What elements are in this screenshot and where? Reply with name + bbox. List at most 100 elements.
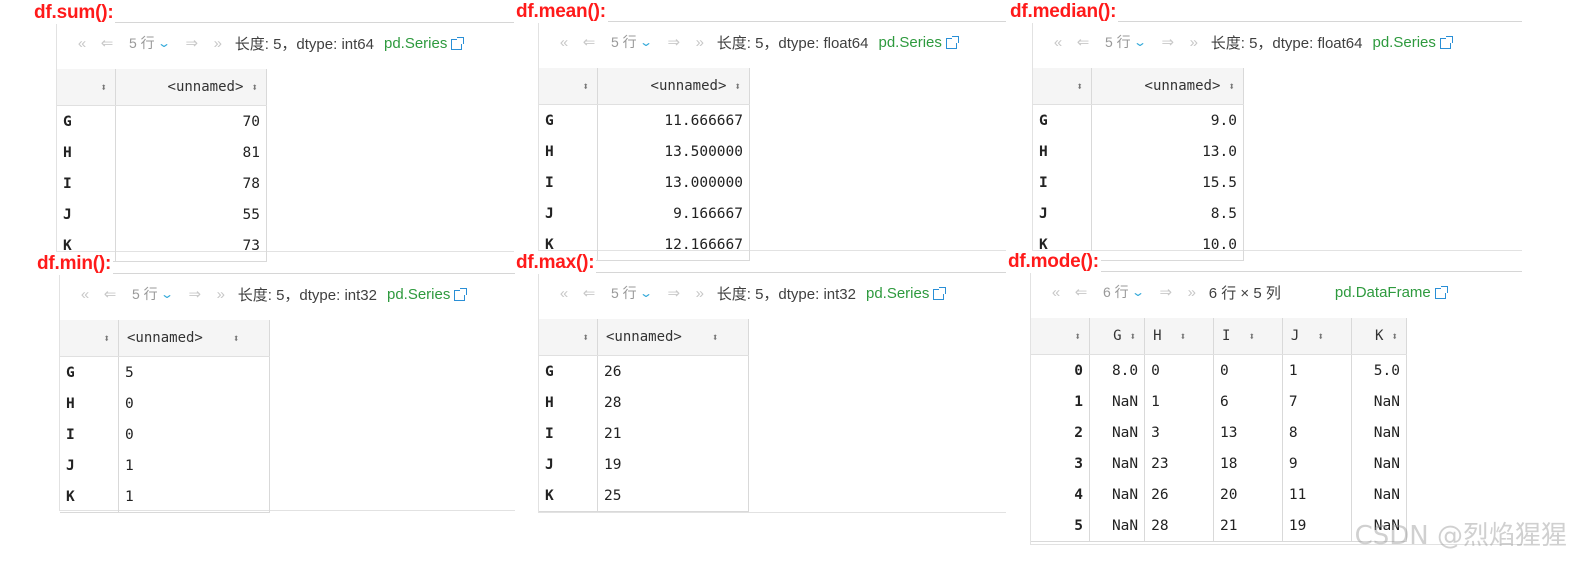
- cell-value: 10.0: [1091, 229, 1244, 261]
- next-page-icon[interactable]: ⇒: [1155, 33, 1181, 51]
- sort-icon[interactable]: ⬍: [1130, 330, 1137, 343]
- column-header[interactable]: <unnamed> ⬍: [597, 319, 749, 356]
- column-header[interactable]: <unnamed> ⬍: [597, 68, 750, 105]
- row-index: G: [1033, 104, 1092, 136]
- index-header[interactable]: ⬍: [1033, 68, 1092, 105]
- index-header[interactable]: ⬍: [539, 319, 598, 356]
- prev-page-icon[interactable]: ⇐: [96, 285, 124, 303]
- cell-value: 0: [118, 388, 270, 419]
- rows-selector-label[interactable]: 5 行: [129, 33, 155, 53]
- first-page-icon[interactable]: «: [74, 286, 96, 303]
- last-page-icon[interactable]: »: [205, 35, 231, 52]
- sort-icon[interactable]: ⬍: [582, 80, 589, 93]
- last-page-icon[interactable]: »: [1179, 284, 1205, 301]
- sort-icon[interactable]: ⬍: [734, 80, 741, 93]
- cell-value: 19: [597, 449, 749, 480]
- sort-icon[interactable]: ⬍: [1248, 330, 1255, 343]
- column-header[interactable]: <unnamed> ⬍: [118, 320, 270, 357]
- table-row: H 13.500000: [539, 136, 750, 167]
- chevron-down-icon[interactable]: ⌄: [1133, 35, 1147, 49]
- first-page-icon[interactable]: «: [1047, 34, 1069, 51]
- chevron-down-icon[interactable]: ⌄: [639, 286, 653, 300]
- type-link[interactable]: pd.Series: [1373, 34, 1436, 51]
- type-link[interactable]: pd.Series: [866, 285, 929, 302]
- index-header[interactable]: ⬍: [1031, 318, 1090, 355]
- table-row: 1 NaN 1 6 7 NaN: [1031, 386, 1408, 417]
- chevron-down-icon[interactable]: ⌄: [639, 35, 653, 49]
- next-page-icon[interactable]: ⇒: [661, 284, 687, 302]
- type-link[interactable]: pd.Series: [384, 35, 447, 52]
- chevron-down-icon[interactable]: ⌄: [157, 36, 171, 50]
- panel-title: df.mean():: [516, 1, 608, 23]
- first-page-icon[interactable]: «: [553, 34, 575, 51]
- sort-icon[interactable]: ⬍: [1074, 330, 1081, 343]
- sort-icon[interactable]: ⬍: [1391, 330, 1398, 343]
- index-header[interactable]: ⬍: [57, 69, 116, 106]
- last-page-icon[interactable]: »: [208, 286, 234, 303]
- column-header-i[interactable]: I ⬍: [1213, 318, 1283, 355]
- cell-g: 8.0: [1089, 354, 1146, 386]
- external-link-icon[interactable]: [945, 35, 959, 49]
- last-page-icon[interactable]: »: [687, 34, 713, 51]
- prev-page-icon[interactable]: ⇐: [93, 34, 121, 52]
- type-link[interactable]: pd.Series: [387, 286, 450, 303]
- column-header[interactable]: <unnamed> ⬍: [115, 69, 267, 106]
- prev-page-icon[interactable]: ⇐: [1069, 33, 1097, 51]
- rows-selector-label[interactable]: 6 行: [1103, 282, 1129, 302]
- sort-icon[interactable]: ⬍: [1228, 80, 1235, 93]
- external-link-icon[interactable]: [1434, 285, 1448, 299]
- external-link-icon[interactable]: [454, 287, 468, 301]
- result-frame: « ⇐ 5 行 ⌄ ⇒ » 长度: 5，dtype: float64 pd.Se…: [538, 21, 1006, 261]
- first-page-icon[interactable]: «: [553, 285, 575, 302]
- rows-selector-label[interactable]: 5 行: [611, 32, 637, 52]
- rows-selector-label[interactable]: 5 行: [611, 283, 637, 303]
- rows-selector-label[interactable]: 5 行: [132, 284, 158, 304]
- last-page-icon[interactable]: »: [687, 285, 713, 302]
- prev-page-icon[interactable]: ⇐: [1067, 283, 1095, 301]
- table-row: I 13.000000: [539, 167, 750, 198]
- panel-median: df.median(): « ⇐ 5 行 ⌄ ⇒ » 长度: 5，dtype: …: [1010, 1, 1522, 261]
- cell-h: 28: [1144, 510, 1215, 542]
- row-index: I: [539, 418, 598, 449]
- type-link[interactable]: pd.Series: [879, 34, 942, 51]
- column-header[interactable]: <unnamed> ⬍: [1091, 68, 1244, 105]
- column-header-k[interactable]: K ⬍: [1351, 318, 1408, 355]
- column-header-h[interactable]: H ⬍: [1144, 318, 1215, 355]
- first-page-icon[interactable]: «: [71, 35, 93, 52]
- external-link-icon[interactable]: [451, 36, 465, 50]
- next-page-icon[interactable]: ⇒: [661, 33, 687, 51]
- column-header-j[interactable]: J ⬍: [1282, 318, 1352, 355]
- sort-icon[interactable]: ⬍: [1180, 330, 1187, 343]
- next-page-icon[interactable]: ⇒: [182, 285, 208, 303]
- sort-icon[interactable]: ⬍: [712, 331, 719, 344]
- sort-icon[interactable]: ⬍: [233, 332, 240, 345]
- external-link-icon[interactable]: [1439, 35, 1453, 49]
- index-header[interactable]: ⬍: [539, 68, 598, 105]
- prev-page-icon[interactable]: ⇐: [575, 284, 603, 302]
- rows-selector-label[interactable]: 5 行: [1105, 32, 1131, 52]
- sort-icon[interactable]: ⬍: [100, 81, 107, 94]
- sort-icon[interactable]: ⬍: [103, 332, 110, 345]
- sort-icon[interactable]: ⬍: [1076, 80, 1083, 93]
- chevron-down-icon[interactable]: ⌄: [160, 287, 174, 301]
- cell-value: 8.5: [1091, 198, 1244, 229]
- chevron-down-icon[interactable]: ⌄: [1131, 285, 1145, 299]
- panel-title: df.mode():: [1008, 251, 1101, 273]
- dataframe-table: ⬍ G ⬍ H ⬍ I ⬍ J ⬍ K ⬍ 0 8.0 0 0 1 5.0 1 NaN 1…: [1031, 318, 1408, 542]
- index-header[interactable]: ⬍: [60, 320, 119, 357]
- sort-icon[interactable]: ⬍: [1317, 330, 1324, 343]
- column-header-g[interactable]: G ⬍: [1089, 318, 1146, 355]
- cell-k: NaN: [1351, 479, 1408, 510]
- next-page-icon[interactable]: ⇒: [1153, 283, 1179, 301]
- next-page-icon[interactable]: ⇒: [179, 34, 205, 52]
- row-index: H: [57, 137, 116, 168]
- sort-icon[interactable]: ⬍: [582, 331, 589, 344]
- cell-i: 13: [1213, 417, 1283, 448]
- prev-page-icon[interactable]: ⇐: [575, 33, 603, 51]
- pager-toolbar: « ⇐ 5 行 ⌄ ⇒ » 长度: 5，dtype: float64 pd.Se…: [539, 22, 1006, 62]
- last-page-icon[interactable]: »: [1181, 34, 1207, 51]
- sort-icon[interactable]: ⬍: [251, 81, 258, 94]
- first-page-icon[interactable]: «: [1045, 284, 1067, 301]
- external-link-icon[interactable]: [933, 286, 947, 300]
- type-link[interactable]: pd.DataFrame: [1335, 284, 1431, 301]
